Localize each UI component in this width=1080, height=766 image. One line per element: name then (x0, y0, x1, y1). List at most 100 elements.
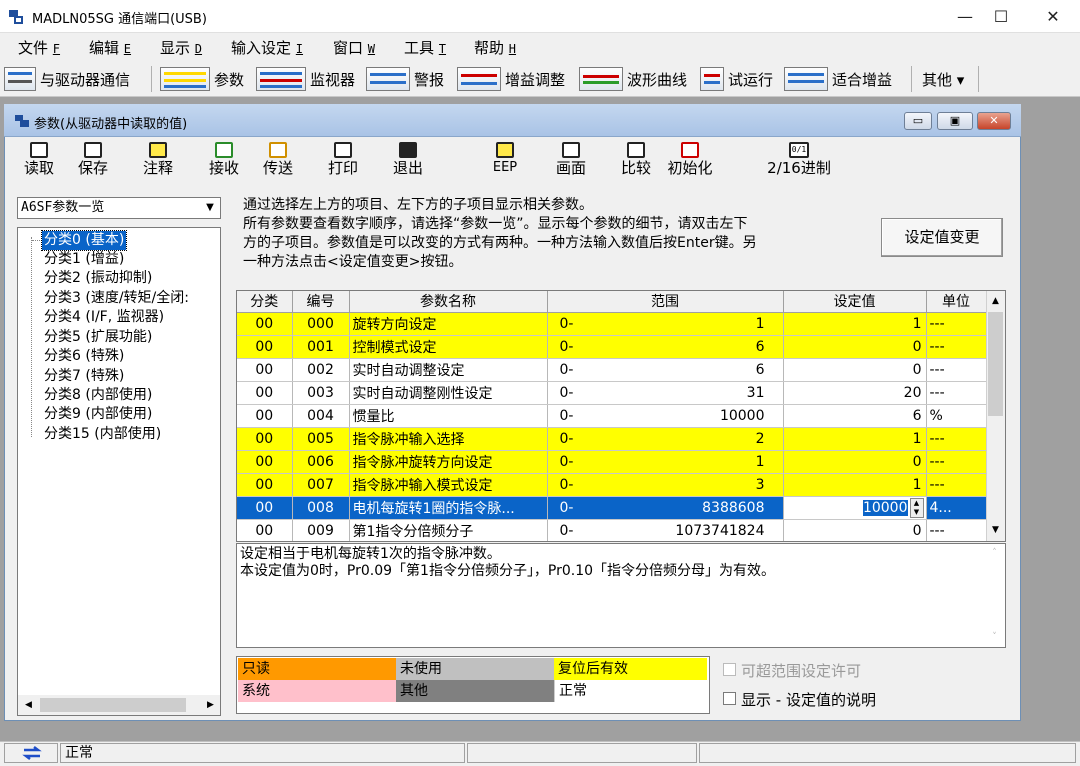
cell-category[interactable]: 00 (237, 335, 293, 359)
tree-item-category-4[interactable]: 分类4 (I/F, 监视器) (44, 308, 164, 327)
tree-item-category-15[interactable]: 分类15 (内部使用) (44, 425, 161, 444)
exit-button[interactable]: 退出 (378, 142, 438, 177)
allow-out-of-range-checkbox[interactable] (723, 663, 736, 676)
cell-name[interactable]: 指令脉冲输入选择 (349, 427, 548, 451)
cell-category[interactable]: 00 (237, 312, 293, 336)
connect-drive-button[interactable]: 与驱动器通信 (4, 64, 130, 94)
cell-number[interactable]: 009 (292, 519, 350, 541)
table-row[interactable]: 00 008 电机每旋转1圈的指令脉... 0- 8388608 10000 ▲ ▼ 4... (237, 496, 987, 520)
table-row[interactable]: 00 001 控制模式设定 0- 6 0 --- (237, 335, 987, 359)
cell-unit[interactable]: --- (926, 312, 987, 336)
cell-category[interactable]: 00 (237, 427, 293, 451)
cell-number[interactable]: 000 (292, 312, 350, 336)
parameter-list-select[interactable]: A6SF参数一览 (17, 197, 221, 219)
fit-gain-button[interactable]: 适合增益 (784, 64, 892, 94)
cell-value[interactable]: 0 (783, 450, 927, 474)
cell-range[interactable]: 0- 1073741824 (547, 519, 784, 541)
child-close-button[interactable]: ✕ (977, 112, 1011, 130)
value-input[interactable]: 10000 (862, 499, 908, 516)
column-header-category[interactable]: 分类 (237, 291, 293, 313)
cell-range[interactable]: 0- 3 (547, 473, 784, 497)
cell-value[interactable]: 1 (783, 312, 927, 336)
column-header-range[interactable]: 范围 (547, 291, 784, 313)
read-button[interactable]: 读取 (9, 142, 69, 177)
receive-button[interactable]: 接收 (194, 142, 254, 177)
value-editor[interactable]: 10000 ▲ ▼ (783, 496, 927, 520)
cell-name[interactable]: 第1指令分倍频分子 (349, 519, 548, 541)
cell-category[interactable]: 00 (237, 519, 293, 541)
cell-unit[interactable]: % (926, 404, 987, 428)
table-row[interactable]: 00 009 第1指令分倍频分子 0- 1073741824 0 --- (237, 519, 987, 541)
table-row[interactable]: 00 000 旋转方向设定 0- 1 1 --- (237, 312, 987, 336)
tree-item-category-6[interactable]: 分类6 (特殊) (44, 347, 124, 366)
gain-adjust-button[interactable]: 增益调整 (457, 64, 565, 94)
cell-unit[interactable]: 4... (926, 496, 987, 520)
cell-name[interactable]: 电机每旋转1圈的指令脉... (349, 496, 548, 520)
scroll-down-icon[interactable]: ▼ (987, 521, 1004, 539)
cell-range[interactable]: 0- 1 (547, 450, 784, 474)
table-row[interactable]: 00 002 实时自动调整设定 0- 6 0 --- (237, 358, 987, 382)
trial-run-button[interactable]: 试运行 (700, 64, 773, 94)
menu-help[interactable]: 帮助 H (474, 37, 516, 58)
binary-hex-toggle-button[interactable]: 0/1 2/16进制 (764, 142, 834, 177)
menu-window[interactable]: 窗口 W (333, 37, 375, 58)
cell-name[interactable]: 实时自动调整设定 (349, 358, 548, 382)
cell-range[interactable]: 0- 6 (547, 358, 784, 382)
send-button[interactable]: 传送 (248, 142, 308, 177)
cell-name[interactable]: 指令脉冲输入模式设定 (349, 473, 548, 497)
cell-number[interactable]: 006 (292, 450, 350, 474)
cell-unit[interactable]: --- (926, 358, 987, 382)
cell-unit[interactable]: --- (926, 473, 987, 497)
cell-range[interactable]: 0- 6 (547, 335, 784, 359)
table-row[interactable]: 00 007 指令脉冲输入模式设定 0- 3 1 --- (237, 473, 987, 497)
tree-item-category-2[interactable]: 分类2 (振动抑制) (44, 269, 152, 288)
save-button[interactable]: 保存 (63, 142, 123, 177)
scroll-down-icon[interactable]: ˅ (986, 628, 1003, 646)
scroll-up-icon[interactable]: ▲ (987, 292, 1004, 310)
table-row[interactable]: 00 006 指令脉冲旋转方向设定 0- 1 0 --- (237, 450, 987, 474)
cell-value[interactable]: 0 (783, 358, 927, 382)
cell-unit[interactable]: --- (926, 427, 987, 451)
child-maximize-button[interactable]: ▣ (937, 112, 973, 130)
cell-unit[interactable]: --- (926, 450, 987, 474)
cell-category[interactable]: 00 (237, 496, 293, 520)
menu-view[interactable]: 显示 D (160, 37, 202, 58)
cell-category[interactable]: 00 (237, 381, 293, 405)
cell-value[interactable]: 1 (783, 473, 927, 497)
cell-value[interactable]: 6 (783, 404, 927, 428)
alarm-button[interactable]: 警报 (366, 64, 444, 94)
column-header-unit[interactable]: 单位 (926, 291, 987, 313)
tree-item-category-0[interactable]: 分类0 (基本) (40, 230, 128, 251)
column-header-number[interactable]: 编号 (292, 291, 350, 313)
compare-button[interactable]: 比较 (606, 142, 666, 177)
cell-number[interactable]: 004 (292, 404, 350, 428)
scroll-right-icon[interactable]: ▶ (202, 696, 219, 714)
description-scrollbar[interactable]: ˄ ˅ (986, 544, 1005, 647)
menu-tools[interactable]: 工具 T (404, 37, 446, 58)
monitor-button[interactable]: 监视器 (256, 64, 355, 94)
cell-range[interactable]: 0- 2 (547, 427, 784, 451)
cell-range[interactable]: 0- 8388608 (547, 496, 784, 520)
tree-item-category-1[interactable]: 分类1 (增益) (44, 250, 124, 269)
waveform-button[interactable]: 波形曲线 (579, 64, 687, 94)
cell-value[interactable]: 0 (783, 519, 927, 541)
table-row[interactable]: 00 003 实时自动调整刚性设定 0- 31 20 --- (237, 381, 987, 405)
table-row[interactable]: 00 004 惯量比 0- 10000 6% (237, 404, 987, 428)
print-button[interactable]: 打印 (313, 142, 373, 177)
tree-item-category-8[interactable]: 分类8 (内部使用) (44, 386, 152, 405)
parameters-button[interactable]: 参数 (160, 64, 244, 94)
tree-item-category-7[interactable]: 分类7 (特殊) (44, 367, 124, 386)
cell-value[interactable]: 0 (783, 335, 927, 359)
show-description-checkbox[interactable] (723, 692, 736, 705)
table-row[interactable]: 00 005 指令脉冲输入选择 0- 2 1 --- (237, 427, 987, 451)
cell-category[interactable]: 00 (237, 404, 293, 428)
value-spinner-icon[interactable]: ▲ ▼ (909, 497, 924, 518)
cell-number[interactable]: 008 (292, 496, 350, 520)
cell-unit[interactable]: --- (926, 381, 987, 405)
tree-item-category-3[interactable]: 分类3 (速度/转矩/全闭: (44, 289, 220, 308)
cell-range[interactable]: 0- 1 (547, 312, 784, 336)
cell-number[interactable]: 002 (292, 358, 350, 382)
comment-button[interactable]: 注释 (128, 142, 188, 177)
cell-number[interactable]: 005 (292, 427, 350, 451)
cell-name[interactable]: 控制模式设定 (349, 335, 548, 359)
